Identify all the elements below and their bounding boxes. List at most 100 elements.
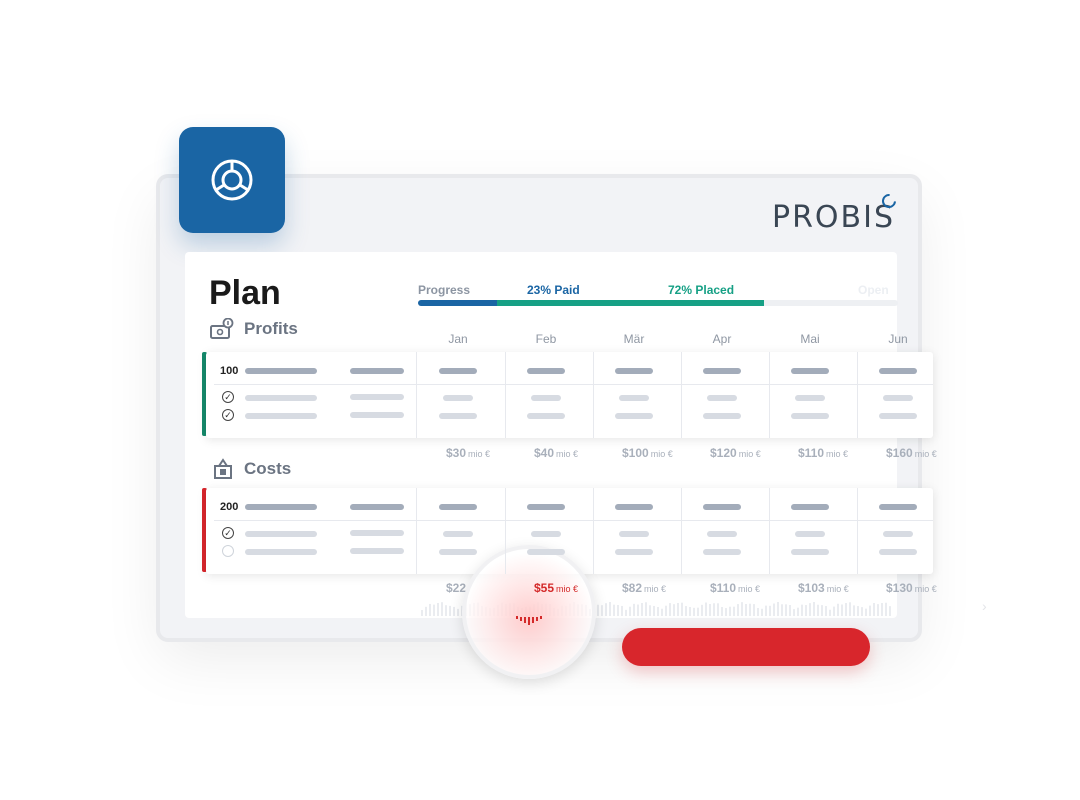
profits-amount: $40 mio €	[534, 446, 579, 460]
column-divider	[769, 352, 770, 438]
placeholder-bar	[527, 368, 565, 374]
placeholder-bar	[245, 504, 317, 510]
placeholder-bar	[443, 531, 473, 537]
placeholder-bar	[350, 394, 404, 400]
placeholder-bar	[245, 413, 317, 419]
profits-header: Profits	[210, 318, 298, 340]
placeholder-bar	[795, 395, 825, 401]
placeholder-bar	[619, 531, 649, 537]
check-icon[interactable]: ✓	[222, 527, 234, 539]
placeholder-bar	[879, 368, 917, 374]
month-header: Apr	[712, 332, 732, 346]
money-icon	[210, 318, 234, 339]
column-divider	[857, 488, 858, 574]
column-divider	[416, 488, 417, 574]
placeholder-bar	[707, 395, 737, 401]
placeholder-bar	[879, 413, 917, 419]
placeholder-bar	[439, 504, 477, 510]
column-divider	[593, 488, 594, 574]
month-header: Mai	[800, 332, 820, 346]
placeholder-bar	[527, 504, 565, 510]
month-header: Jun	[888, 332, 908, 346]
placeholder-bar	[791, 413, 829, 419]
column-divider	[593, 352, 594, 438]
placeholder-bar	[350, 504, 404, 510]
placeholder-bar	[703, 368, 741, 374]
month-header: Jan	[448, 332, 468, 346]
costs-amount: $103 mio €	[798, 581, 849, 595]
row-divider	[214, 384, 933, 385]
placeholder-bar	[439, 549, 477, 555]
chevron-right-icon[interactable]: ›	[982, 598, 987, 614]
month-header: Mär	[623, 332, 645, 346]
placeholder-bar	[883, 531, 913, 537]
placeholder-bar	[703, 413, 741, 419]
placeholder-bar	[527, 549, 565, 555]
costs-amount: $130 mio €	[886, 581, 937, 595]
progress-bar	[418, 300, 898, 306]
placeholder-bar	[615, 549, 653, 555]
placeholder-bar	[439, 368, 477, 374]
placeholder-bar	[795, 531, 825, 537]
placeholder-bar	[350, 530, 404, 536]
page-title: Plan	[209, 274, 281, 312]
column-divider	[681, 352, 682, 438]
profits-amount: $160 mio €	[886, 446, 937, 460]
placeholder-bar	[350, 368, 404, 374]
column-divider	[416, 352, 417, 438]
column-divider	[681, 488, 682, 574]
profits-amount: $120 mio €	[710, 446, 761, 460]
empty-check-icon[interactable]	[222, 545, 234, 557]
placeholder-bar	[791, 504, 829, 510]
placeholder-bar	[883, 395, 913, 401]
costs-amount: $110 mio €	[710, 581, 761, 595]
profits-row-number: 100	[220, 365, 239, 377]
placeholder-bar	[703, 504, 741, 510]
profits-amount: $110 mio €	[798, 446, 849, 460]
placeholder-bar	[245, 531, 317, 537]
column-divider	[769, 488, 770, 574]
placeholder-bar	[531, 395, 561, 401]
month-header: Feb	[535, 332, 557, 346]
placeholder-bar	[443, 395, 473, 401]
pie-chart-icon	[211, 159, 253, 201]
action-button[interactable]	[622, 628, 870, 666]
check-icon[interactable]: ✓	[222, 391, 234, 403]
placeholder-bar	[703, 549, 741, 555]
placeholder-bar	[791, 549, 829, 555]
magnified-wave	[516, 616, 542, 625]
highlight-value: $55 mio €	[534, 581, 579, 595]
placeholder-bar	[350, 548, 404, 554]
placed-label: 72% Placed	[668, 283, 735, 297]
paid-label: 23% Paid	[527, 283, 580, 297]
progress-label: Progress	[418, 283, 471, 297]
progress-paid-segment	[418, 300, 498, 306]
placeholder-bar	[707, 531, 737, 537]
placeholder-bar	[439, 413, 477, 419]
placeholder-bar	[879, 504, 917, 510]
placeholder-bar	[791, 368, 829, 374]
placeholder-bar	[245, 368, 317, 374]
progress-placed-segment	[497, 300, 764, 306]
profits-label: Profits	[244, 319, 298, 338]
column-divider	[505, 488, 506, 574]
profits-amount: $30 mio €	[446, 446, 491, 460]
placeholder-bar	[531, 531, 561, 537]
row-divider	[214, 520, 933, 521]
placeholder-bar	[245, 549, 317, 555]
check-icon[interactable]: ✓	[222, 409, 234, 421]
placeholder-bar	[350, 412, 404, 418]
placeholder-bar	[615, 413, 653, 419]
placeholder-bar	[619, 395, 649, 401]
profits-amount: $100 mio €	[622, 446, 673, 460]
open-label: Open	[858, 283, 889, 297]
costs-amount: $82 mio €	[622, 581, 667, 595]
costs-row-number: 200	[220, 501, 239, 513]
placeholder-bar	[615, 368, 653, 374]
brand-logo: PROBIS	[772, 200, 896, 235]
placeholder-bar	[245, 395, 317, 401]
column-divider	[857, 352, 858, 438]
app-tile[interactable]	[179, 127, 285, 233]
placeholder-bar	[615, 504, 653, 510]
costs-label: Costs	[244, 459, 292, 478]
